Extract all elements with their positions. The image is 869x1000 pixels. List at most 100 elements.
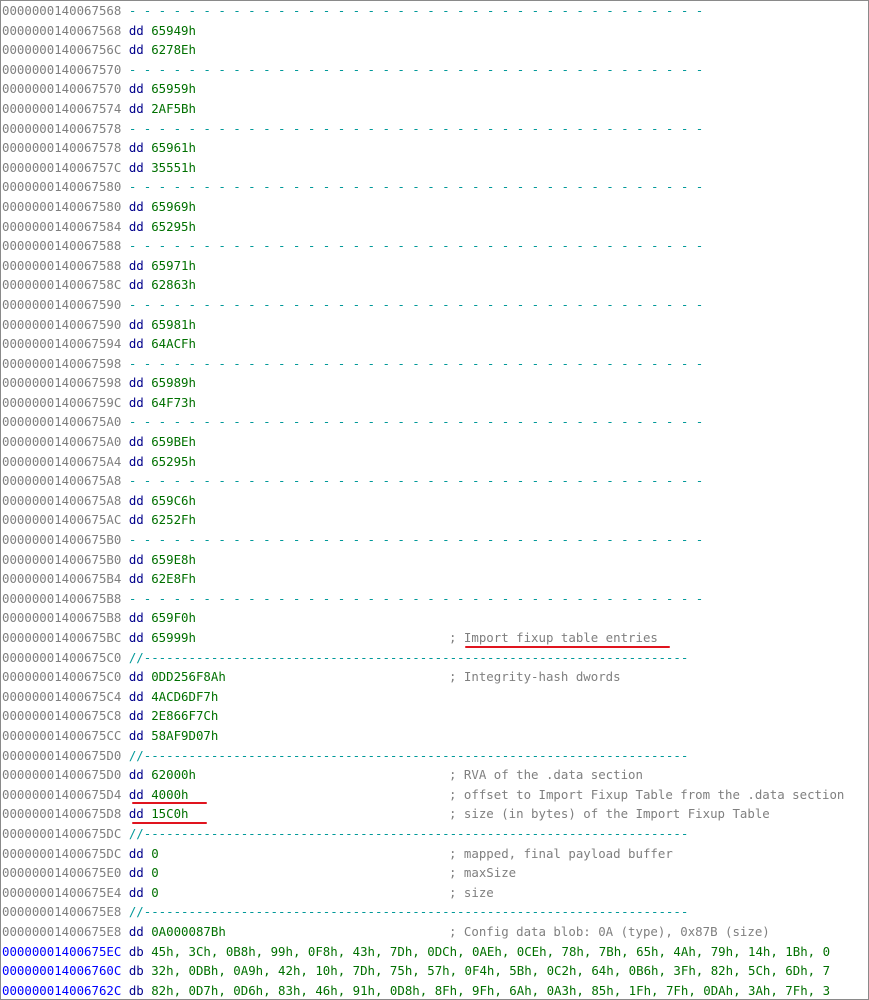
separator-line[interactable]: 0000000140067578 - - - - - - - - - - - -…: [1, 119, 868, 139]
operand[interactable]: 659C6h: [151, 493, 196, 508]
operand[interactable]: 32h, 0DBh, 0A9h, 42h, 10h, 7Dh, 75h, 57h…: [151, 963, 830, 978]
mnemonic[interactable]: dd: [129, 277, 144, 292]
separator-line[interactable]: 0000000140067590 - - - - - - - - - - - -…: [1, 295, 868, 315]
address[interactable]: 0000000140067570: [2, 62, 121, 77]
operand[interactable]: 6278Eh: [151, 42, 196, 57]
listing-line[interactable]: 0000000140067590 dd 65981h: [1, 315, 868, 335]
address[interactable]: 00000001400675CC: [2, 728, 121, 743]
address[interactable]: 0000000140067588: [2, 258, 121, 273]
operand[interactable]: 0DD256F8Ah: [151, 669, 226, 684]
mnemonic[interactable]: dd: [129, 454, 144, 469]
operand[interactable]: 35551h: [151, 160, 196, 175]
mnemonic[interactable]: dd: [129, 258, 144, 273]
mnemonic[interactable]: dd: [129, 160, 144, 175]
listing-line[interactable]: 00000001400675B8 dd 659F0h: [1, 608, 868, 628]
address[interactable]: 00000001400675EC: [2, 944, 121, 959]
address[interactable]: 000000014006759C: [2, 395, 121, 410]
separator-line[interactable]: 00000001400675D0 //---------------------…: [1, 746, 868, 766]
address[interactable]: 0000000140067588: [2, 238, 121, 253]
listing-line[interactable]: 00000001400675A4 dd 65295h: [1, 452, 868, 472]
operand[interactable]: 45h, 3Ch, 0B8h, 99h, 0F8h, 43h, 7Dh, 0DC…: [151, 944, 830, 959]
mnemonic[interactable]: db: [129, 963, 144, 978]
mnemonic[interactable]: dd: [129, 610, 144, 625]
operand[interactable]: 82h, 0D7h, 0D6h, 83h, 46h, 91h, 0D8h, 8F…: [151, 983, 830, 998]
operand[interactable]: 65295h: [151, 219, 196, 234]
address[interactable]: 00000001400675BC: [2, 630, 121, 645]
listing-line[interactable]: 00000001400675D8 dd 15C0h ; size (in byte…: [1, 804, 868, 824]
address[interactable]: 0000000140067590: [2, 297, 121, 312]
mnemonic[interactable]: dd: [129, 101, 144, 116]
address[interactable]: 0000000140067568: [2, 3, 121, 18]
mnemonic[interactable]: dd: [129, 140, 144, 155]
listing-line[interactable]: 0000000140067570 dd 65959h: [1, 79, 868, 99]
mnemonic[interactable]: dd: [129, 571, 144, 586]
listing-line[interactable]: 000000014006757C dd 35551h: [1, 158, 868, 178]
address[interactable]: 0000000140067598: [2, 375, 121, 390]
listing-line[interactable]: 0000000140067568 dd 65949h: [1, 21, 868, 41]
operand[interactable]: 65989h: [151, 375, 196, 390]
listing-line[interactable]: 00000001400675D4 dd 4000h ; offset to Imp…: [1, 785, 868, 805]
address[interactable]: 0000000140067578: [2, 121, 121, 136]
address[interactable]: 00000001400675E8: [2, 904, 121, 919]
listing-line[interactable]: 00000001400675D0 dd 62000h ; RVA of the .…: [1, 765, 868, 785]
mnemonic[interactable]: dd: [129, 512, 144, 527]
separator-line[interactable]: 00000001400675DC //---------------------…: [1, 824, 868, 844]
operand[interactable]: 659F0h: [151, 610, 196, 625]
listing-line[interactable]: 00000001400675C4 dd 4ACD6DF7h: [1, 687, 868, 707]
mnemonic[interactable]: db: [129, 944, 144, 959]
listing-line[interactable]: 000000014006762C db 82h, 0D7h, 0D6h, 83h…: [1, 981, 868, 999]
mnemonic[interactable]: dd: [129, 806, 144, 821]
address[interactable]: 00000001400675C0: [2, 669, 121, 684]
separator-line[interactable]: 0000000140067570 - - - - - - - - - - - -…: [1, 60, 868, 80]
disassembly-listing[interactable]: 0000000140067568 - - - - - - - - - - - -…: [0, 0, 869, 1000]
address[interactable]: 0000000140067580: [2, 199, 121, 214]
address[interactable]: 00000001400675D0: [2, 767, 121, 782]
operand[interactable]: 659BEh: [151, 434, 196, 449]
operand[interactable]: 65949h: [151, 23, 196, 38]
mnemonic[interactable]: dd: [129, 434, 144, 449]
operand[interactable]: 0: [151, 846, 158, 861]
address[interactable]: 00000001400675B8: [2, 591, 121, 606]
operand[interactable]: 659E8h: [151, 552, 196, 567]
operand[interactable]: 0A000087Bh: [151, 924, 226, 939]
operand[interactable]: 6252Fh: [151, 512, 196, 527]
operand[interactable]: 65295h: [151, 454, 196, 469]
address[interactable]: 00000001400675B4: [2, 571, 121, 586]
address[interactable]: 00000001400675DC: [2, 846, 121, 861]
mnemonic[interactable]: dd: [129, 395, 144, 410]
listing-line[interactable]: 00000001400675C0 dd 0DD256F8Ah ; Integrit…: [1, 667, 868, 687]
address[interactable]: 00000001400675C4: [2, 689, 121, 704]
address[interactable]: 00000001400675A4: [2, 454, 121, 469]
separator-line[interactable]: 00000001400675E8 //---------------------…: [1, 902, 868, 922]
mnemonic[interactable]: dd: [129, 375, 144, 390]
mnemonic[interactable]: dd: [129, 865, 144, 880]
separator-line[interactable]: 00000001400675B8 - - - - - - - - - - - -…: [1, 589, 868, 609]
operand[interactable]: 4ACD6DF7h: [151, 689, 218, 704]
operand[interactable]: 62863h: [151, 277, 196, 292]
listing-line[interactable]: 00000001400675EC db 45h, 3Ch, 0B8h, 99h,…: [1, 942, 868, 962]
address[interactable]: 00000001400675A8: [2, 493, 121, 508]
separator-line[interactable]: 00000001400675A8 - - - - - - - - - - - -…: [1, 471, 868, 491]
separator-line[interactable]: 00000001400675B0 - - - - - - - - - - - -…: [1, 530, 868, 550]
listing-line[interactable]: 000000014006758C dd 62863h: [1, 275, 868, 295]
mnemonic[interactable]: dd: [129, 728, 144, 743]
address[interactable]: 000000014006758C: [2, 277, 121, 292]
separator-line[interactable]: 00000001400675A0 - - - - - - - - - - - -…: [1, 412, 868, 432]
mnemonic[interactable]: dd: [129, 846, 144, 861]
address[interactable]: 00000001400675E0: [2, 865, 121, 880]
address[interactable]: 000000014006760C: [2, 963, 121, 978]
address[interactable]: 0000000140067598: [2, 356, 121, 371]
listing-line[interactable]: 0000000140067588 dd 65971h: [1, 256, 868, 276]
mnemonic[interactable]: dd: [129, 885, 144, 900]
address[interactable]: 0000000140067580: [2, 179, 121, 194]
listing-line[interactable]: 000000014006760C db 32h, 0DBh, 0A9h, 42h…: [1, 961, 868, 981]
mnemonic[interactable]: dd: [129, 689, 144, 704]
separator-line[interactable]: 0000000140067568 - - - - - - - - - - - -…: [1, 1, 868, 21]
listing-line[interactable]: 00000001400675DC dd 0 ; mapped, final pay…: [1, 844, 868, 864]
separator-line[interactable]: 0000000140067580 - - - - - - - - - - - -…: [1, 177, 868, 197]
listing-line[interactable]: 00000001400675C8 dd 2E866F7Ch: [1, 706, 868, 726]
listing-line[interactable]: 0000000140067594 dd 64ACFh: [1, 334, 868, 354]
listing-line[interactable]: 00000001400675E4 dd 0 ; size: [1, 883, 868, 903]
mnemonic[interactable]: dd: [129, 552, 144, 567]
operand[interactable]: 65999h: [151, 630, 196, 645]
